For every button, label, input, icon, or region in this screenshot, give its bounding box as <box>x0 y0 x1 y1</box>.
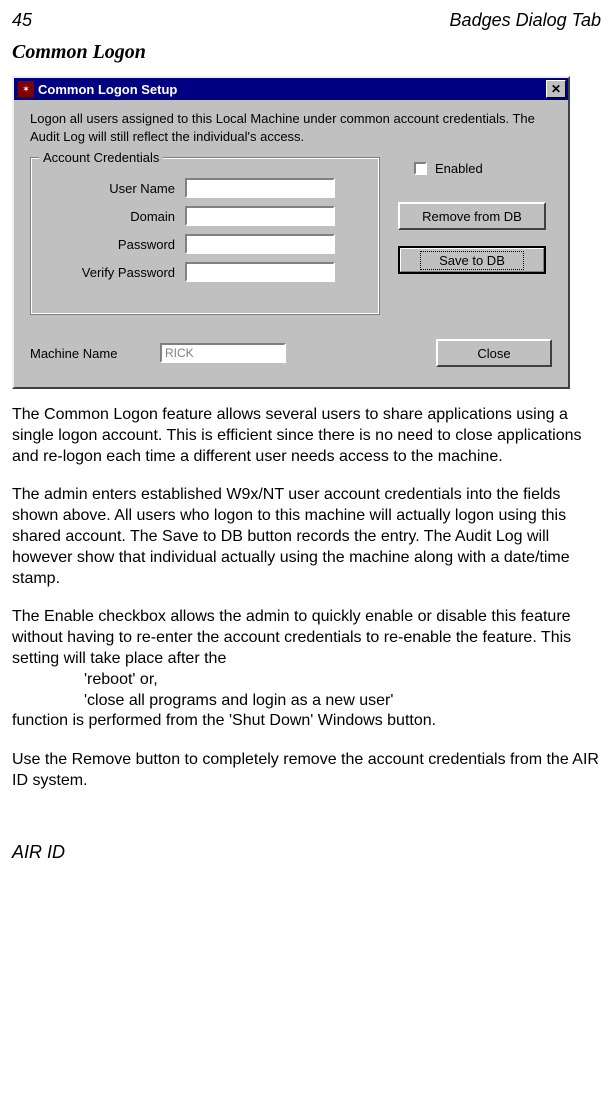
paragraph-3b: 'reboot' or, <box>12 670 601 691</box>
close-icon[interactable]: ✕ <box>546 80 566 98</box>
enabled-checkbox[interactable] <box>414 162 427 175</box>
paragraph-1: The Common Logon feature allows several … <box>12 405 601 467</box>
paragraph-2: The admin enters established W9x/NT user… <box>12 485 601 589</box>
username-label: User Name <box>45 181 185 196</box>
password-input[interactable] <box>185 234 335 254</box>
page-number: 45 <box>12 10 32 31</box>
domain-label: Domain <box>45 209 185 224</box>
close-button-label: Close <box>477 346 510 361</box>
titlebar: ✶ Common Logon Setup ✕ <box>14 78 568 100</box>
paragraph-3c: 'close all programs and login as a new u… <box>12 691 601 712</box>
common-logon-dialog: ✶ Common Logon Setup ✕ Logon all users a… <box>12 76 570 389</box>
password-label: Password <box>45 237 185 252</box>
account-credentials-fieldset: Account Credentials User Name Domain Pas… <box>30 157 380 315</box>
paragraph-3d: function is performed from the 'Shut Dow… <box>12 711 601 732</box>
close-button[interactable]: Close <box>436 339 552 367</box>
remove-button-label: Remove from DB <box>422 209 522 224</box>
domain-input[interactable] <box>185 206 335 226</box>
paragraph-4: Use the Remove button to completely remo… <box>12 750 601 792</box>
dialog-description: Logon all users assigned to this Local M… <box>14 100 568 157</box>
verify-password-label: Verify Password <box>45 265 185 280</box>
section-title: Common Logon <box>12 41 601 64</box>
dialog-title: Common Logon Setup <box>38 82 546 97</box>
footer: AIR ID <box>12 842 601 863</box>
page-header: Badges Dialog Tab <box>450 10 601 31</box>
save-button-label: Save to DB <box>420 251 524 270</box>
machine-name-input: RICK <box>160 343 286 363</box>
fieldset-legend: Account Credentials <box>39 150 163 165</box>
remove-from-db-button[interactable]: Remove from DB <box>398 202 546 230</box>
paragraph-3a: The Enable checkbox allows the admin to … <box>12 607 601 669</box>
save-to-db-button[interactable]: Save to DB <box>398 246 546 274</box>
app-icon: ✶ <box>18 81 34 97</box>
username-input[interactable] <box>185 178 335 198</box>
machine-name-label: Machine Name <box>30 346 160 361</box>
verify-password-input[interactable] <box>185 262 335 282</box>
enabled-label: Enabled <box>435 161 483 176</box>
